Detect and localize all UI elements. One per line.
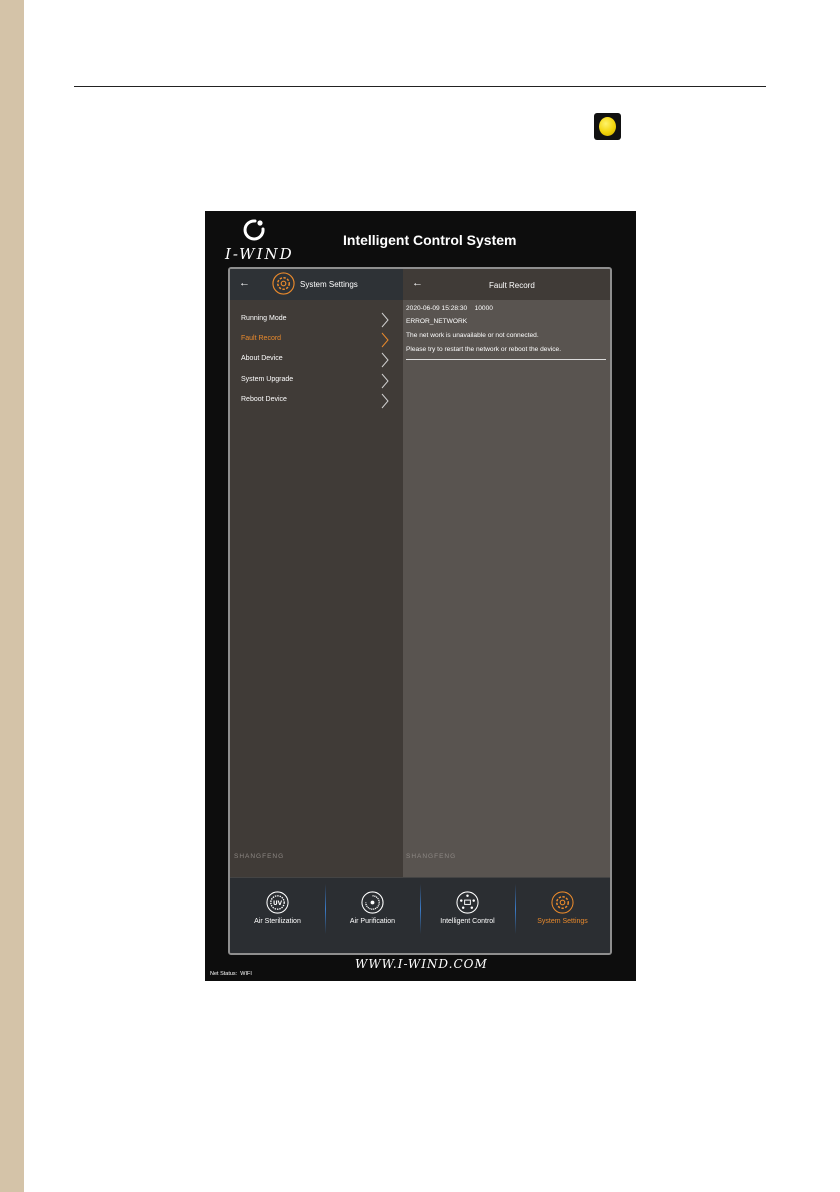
net-status-label: Net Status:	[210, 971, 238, 977]
brand-watermark: SHANGFENG	[234, 853, 285, 860]
nav-label: Intelligent Control	[440, 918, 495, 925]
nav-label: Air Purification	[349, 918, 396, 925]
fault-record-header: ← Fault Record	[403, 269, 610, 300]
settings-menu-panel: ← System Settings Running Mode Fault Rec…	[230, 269, 403, 877]
app-frame: ← System Settings Running Mode Fault Rec…	[228, 267, 612, 955]
settings-title: System Settings	[300, 280, 358, 289]
chevron-right-icon	[381, 393, 389, 409]
nav-air-purification[interactable]: Air Purification	[325, 878, 420, 940]
net-status-value: WIFI	[240, 971, 252, 977]
fault-record-entry: 2020-06-09 15:28:30 10000	[406, 305, 606, 312]
nav-intelligent-control[interactable]: Intelligent Control	[420, 878, 515, 940]
fault-error-name: ERROR_NETWORK	[406, 318, 468, 325]
purification-icon	[361, 891, 384, 914]
brand-watermark: SHANGFENG	[406, 853, 457, 860]
fault-message-line1: The net work is unavailable or not conne…	[406, 332, 539, 339]
menu-item-label: About Device	[241, 355, 283, 362]
gear-icon	[272, 272, 295, 295]
chevron-right-icon	[381, 373, 389, 389]
fault-message-line2: Please try to restart the network or reb…	[406, 346, 562, 353]
device-screen: I-WIND Intelligent Control System ← Syst…	[205, 211, 636, 981]
page-side-strip	[0, 0, 24, 1192]
back-arrow-icon[interactable]: ←	[239, 277, 250, 289]
uv-icon: UV	[266, 891, 289, 914]
bottom-nav: UV Air Sterilization Air Purification In…	[230, 877, 610, 953]
menu-item-running-mode[interactable]: Running Mode	[230, 310, 403, 330]
nav-label: System Settings	[537, 918, 588, 925]
top-rule	[74, 86, 766, 87]
fault-record-title: Fault Record	[489, 281, 535, 290]
logo-text: I-WIND	[225, 245, 294, 263]
nav-label: Air Sterilization	[254, 918, 301, 925]
fault-record-panel: ← Fault Record 2020-06-09 15:28:30 10000…	[403, 269, 610, 877]
indicator-light-icon	[594, 113, 621, 140]
back-arrow-icon[interactable]: ←	[412, 277, 423, 289]
app-title: Intelligent Control System	[343, 232, 517, 248]
menu-item-label: Reboot Device	[241, 396, 287, 403]
menu-item-system-upgrade[interactable]: System Upgrade	[230, 371, 403, 391]
nav-system-settings[interactable]: System Settings	[515, 878, 610, 940]
menu-item-about-device[interactable]: About Device	[230, 350, 403, 370]
menu-item-fault-record[interactable]: Fault Record	[230, 330, 403, 350]
chevron-right-icon	[381, 332, 389, 348]
network-icon	[456, 891, 479, 914]
net-status: Net Status: WIFI	[210, 971, 252, 977]
menu-item-label: System Upgrade	[241, 376, 294, 383]
menu-item-label: Fault Record	[241, 335, 282, 342]
chevron-right-icon	[381, 352, 389, 368]
website-url: WWW.I-WIND.COM	[355, 957, 488, 971]
fault-code: 10000	[474, 305, 493, 312]
menu-item-reboot-device[interactable]: Reboot Device	[230, 391, 403, 411]
menu-item-label: Running Mode	[241, 315, 287, 322]
gear-icon	[551, 891, 574, 914]
nav-air-sterilization[interactable]: UV Air Sterilization	[230, 878, 325, 940]
settings-header: ← System Settings	[230, 269, 403, 300]
svg-text:UV: UV	[273, 901, 283, 907]
chevron-right-icon	[381, 312, 389, 328]
fault-timestamp: 2020-06-09 15:28:30	[406, 305, 468, 312]
fault-divider	[406, 359, 606, 360]
